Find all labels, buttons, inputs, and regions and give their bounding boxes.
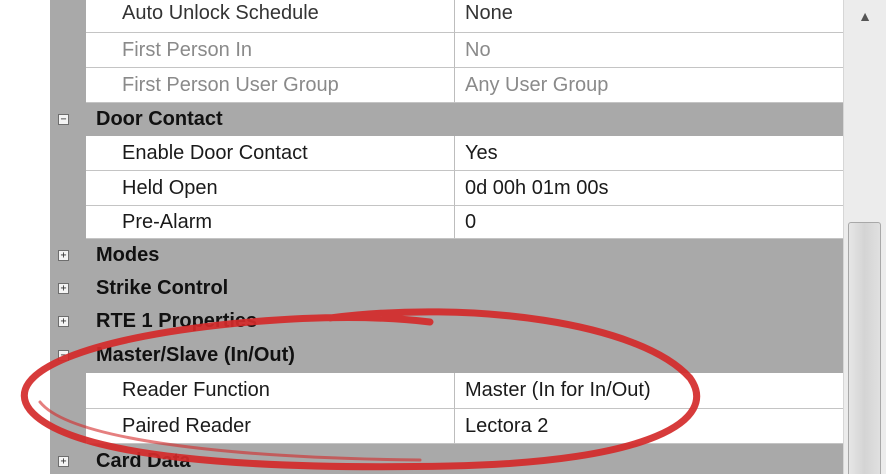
property-row-first-person-in[interactable]: First Person In No xyxy=(50,33,843,68)
row-gutter xyxy=(50,136,86,171)
property-value[interactable]: Lectora 2 xyxy=(455,409,843,444)
collapse-icon[interactable]: − xyxy=(58,350,69,361)
property-name: Auto Unlock Schedule xyxy=(86,0,455,33)
category-label: Modes xyxy=(96,244,160,266)
property-value[interactable]: Master (In for In/Out) xyxy=(455,373,843,409)
category-label: Master/Slave (In/Out) xyxy=(96,344,295,366)
category-strike-control[interactable]: + Strike Control xyxy=(50,272,843,305)
vertical-scrollbar[interactable]: ▲ xyxy=(843,0,886,474)
expand-icon[interactable]: + xyxy=(58,283,69,294)
property-value[interactable]: 0 xyxy=(455,206,843,239)
property-row-reader-function[interactable]: Reader Function Master (In for In/Out) xyxy=(50,373,843,409)
row-gutter xyxy=(50,409,86,444)
scrollbar-thumb[interactable] xyxy=(848,222,881,474)
property-row-first-person-user-group[interactable]: First Person User Group Any User Group xyxy=(50,68,843,103)
property-grid-screenshot: Auto Unlock Schedule None First Person I… xyxy=(0,0,886,474)
category-door-contact[interactable]: − Door Contact xyxy=(50,103,843,136)
row-gutter xyxy=(50,373,86,409)
row-gutter xyxy=(50,33,86,68)
property-row-enable-door-contact[interactable]: Enable Door Contact Yes xyxy=(50,136,843,171)
expand-icon[interactable]: + xyxy=(58,316,69,327)
property-grid: Auto Unlock Schedule None First Person I… xyxy=(50,0,843,474)
row-gutter xyxy=(50,206,86,239)
property-name: Pre-Alarm xyxy=(86,206,455,239)
property-name: Paired Reader xyxy=(86,409,455,444)
category-label: Card Data xyxy=(96,449,191,472)
property-value[interactable]: No xyxy=(455,33,843,68)
property-name: Enable Door Contact xyxy=(86,136,455,171)
category-label: Strike Control xyxy=(96,277,229,299)
category-card-data[interactable]: + Card Data xyxy=(50,444,843,474)
property-name: Held Open xyxy=(86,171,455,206)
property-value[interactable]: 0d 00h 01m 00s xyxy=(455,171,843,206)
collapse-icon[interactable]: − xyxy=(58,114,69,125)
property-value[interactable]: Any User Group xyxy=(455,68,843,103)
scroll-up-arrow-icon[interactable]: ▲ xyxy=(850,2,880,30)
property-name: First Person User Group xyxy=(86,68,455,103)
property-name: Reader Function xyxy=(86,373,455,409)
category-label: Door Contact xyxy=(96,108,223,130)
expand-icon[interactable]: + xyxy=(58,456,69,467)
property-name: First Person In xyxy=(86,33,455,68)
category-rte1-properties[interactable]: + RTE 1 Properties xyxy=(50,305,843,338)
category-master-slave[interactable]: − Master/Slave (In/Out) xyxy=(50,338,843,373)
property-row-paired-reader[interactable]: Paired Reader Lectora 2 xyxy=(50,409,843,444)
property-row-auto-unlock-schedule[interactable]: Auto Unlock Schedule None xyxy=(50,0,843,33)
left-margin xyxy=(0,0,50,474)
property-row-held-open[interactable]: Held Open 0d 00h 01m 00s xyxy=(50,171,843,206)
row-gutter xyxy=(50,171,86,206)
row-gutter xyxy=(50,68,86,103)
expand-icon[interactable]: + xyxy=(58,250,69,261)
category-label: RTE 1 Properties xyxy=(96,310,258,332)
property-value[interactable]: None xyxy=(455,0,843,33)
property-value[interactable]: Yes xyxy=(455,136,843,171)
category-modes[interactable]: + Modes xyxy=(50,239,843,272)
row-gutter xyxy=(50,0,86,33)
property-row-pre-alarm[interactable]: Pre-Alarm 0 xyxy=(50,206,843,239)
